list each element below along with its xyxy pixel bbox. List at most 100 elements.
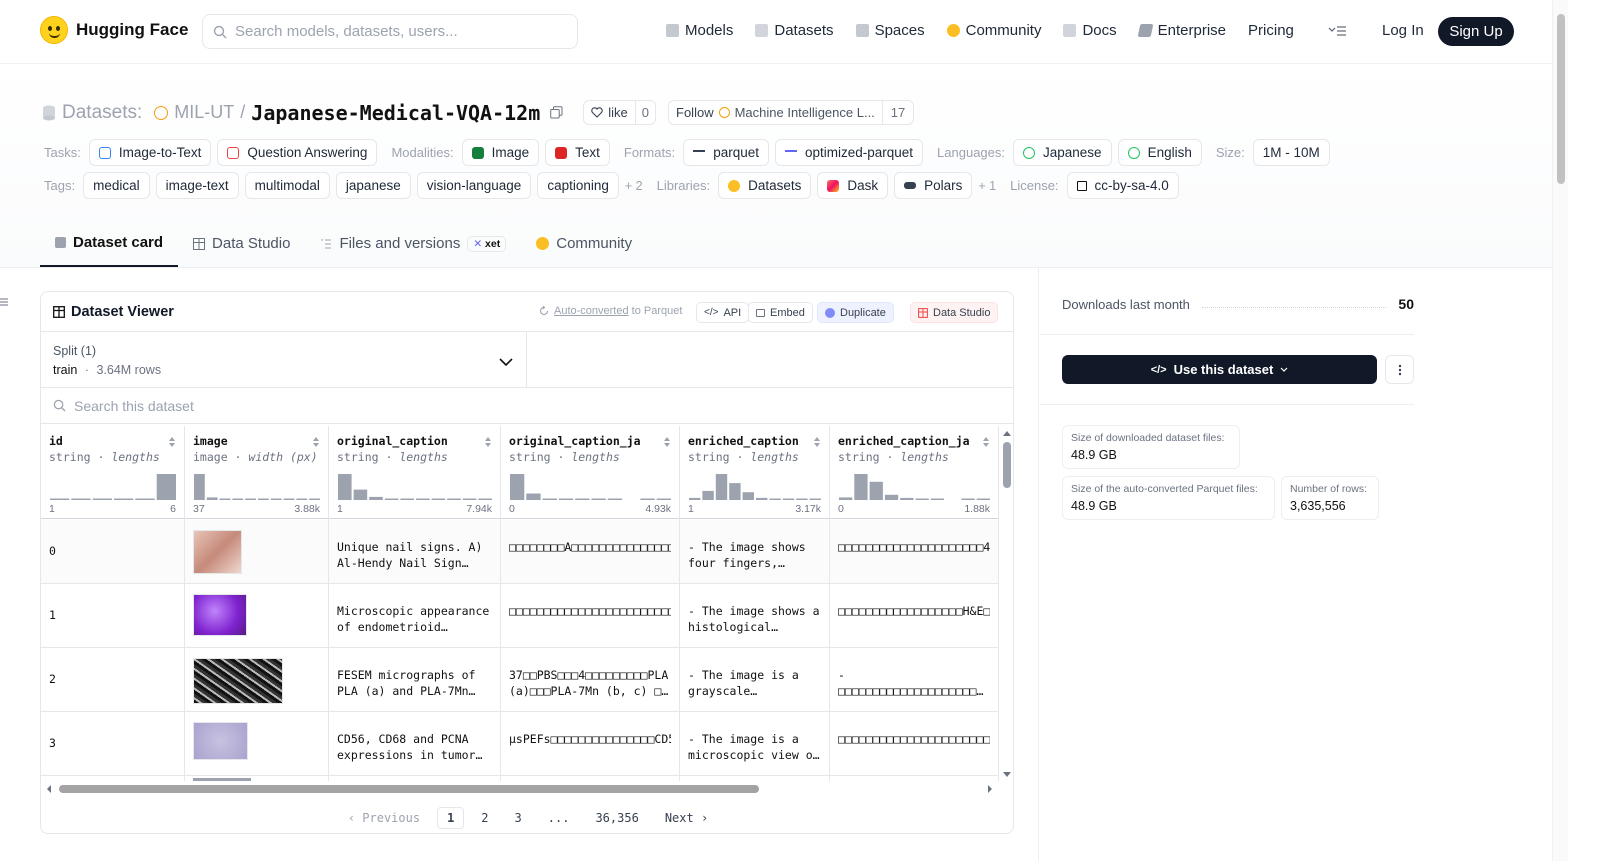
histogram-bar[interactable] <box>976 498 990 501</box>
license-tag[interactable]: cc-by-sa-4.0 <box>1066 172 1179 199</box>
histogram-bar[interactable] <box>283 498 295 501</box>
table-cell[interactable]: - The image is a microscopic view o… <box>680 712 829 776</box>
table-cell[interactable] <box>185 584 328 648</box>
table-cell[interactable]: Unique nail signs. A) Al-Hendy Nail Sign… <box>329 520 500 584</box>
nav-datasets[interactable]: Datasets <box>755 22 834 39</box>
like-button[interactable]: like 0 <box>583 100 657 125</box>
table-cell[interactable] <box>185 520 328 584</box>
sem-micrograph-thumbnail[interactable] <box>193 658 283 704</box>
histogram-bar[interactable] <box>400 498 414 501</box>
histogram-bar[interactable] <box>542 498 557 501</box>
modality-tag-text[interactable]: Text <box>545 139 610 166</box>
column-header[interactable]: original_caption string · lengths 1 7.94k <box>329 426 500 519</box>
histogram-bar[interactable] <box>689 497 701 500</box>
sort-icon[interactable] <box>813 436 821 448</box>
scroll-left-arrow-icon[interactable] <box>44 782 54 796</box>
histology-thumbnail[interactable] <box>193 594 247 636</box>
column-histogram[interactable] <box>509 472 672 501</box>
tag-japanese[interactable]: japanese <box>335 172 411 199</box>
histogram-bar[interactable] <box>702 490 714 500</box>
histogram-bar[interactable] <box>369 496 383 500</box>
column-histogram[interactable] <box>49 472 177 501</box>
table-cell[interactable]: µsPEFs□□□□□□□□□□□□□□□CD56□CD68□□□PCNA□□□… <box>501 712 679 776</box>
table-cell[interactable]: FESEM micrographs of PLA (a) and PLA-7Mn… <box>329 648 500 712</box>
tag-vision-language[interactable]: vision-language <box>416 172 532 199</box>
tags-more[interactable]: + 2 <box>625 179 643 193</box>
histogram-bar[interactable] <box>194 474 205 500</box>
menu-icon[interactable] <box>1328 24 1348 38</box>
sort-icon[interactable] <box>663 436 671 448</box>
table-cell[interactable]: □□□□□□□□□□□□□□□□□□□□□□□□□□□□□□□□□□□□□□□□… <box>830 712 998 776</box>
histogram-bar[interactable] <box>270 498 282 501</box>
histogram-bar[interactable] <box>232 498 244 501</box>
column-header[interactable]: original_caption_ja string · lengths 0 4.93… <box>501 426 679 519</box>
histogram-bar[interactable] <box>219 498 231 501</box>
sort-icon[interactable] <box>982 436 990 448</box>
histogram-bar[interactable] <box>884 494 899 500</box>
table-cell[interactable]: - □□□□□□□□□□□□□□□□□□□□□□□□□□□□□□□□□□□□ -… <box>830 648 998 712</box>
library-tag-datasets[interactable]: Datasets <box>718 172 812 199</box>
sort-icon[interactable] <box>484 436 492 448</box>
nav-pricing[interactable]: Pricing <box>1248 22 1294 39</box>
histogram-bar[interactable] <box>92 498 112 501</box>
dataset-search-input[interactable] <box>74 397 674 414</box>
page-scrollbar[interactable] <box>1552 0 1568 861</box>
modality-tag-image[interactable]: Image <box>461 139 540 166</box>
login-link[interactable]: Log In <box>1382 22 1424 39</box>
scroll-down-arrow-icon[interactable] <box>999 770 1014 780</box>
more-options-button[interactable] <box>1385 355 1414 384</box>
table-cell[interactable]: □□□□□□□□□□□□□□□□□□□□□4□□□□□□□□□□□□□□□□□□… <box>830 520 998 584</box>
tab-data-studio[interactable]: Data Studio <box>178 220 305 267</box>
library-tag-polars[interactable]: Polars <box>894 172 973 199</box>
histogram-bar[interactable] <box>478 498 492 501</box>
table-cell[interactable]: 2 <box>41 648 184 712</box>
tab-dataset-card[interactable]: Dataset card <box>40 220 179 267</box>
use-this-dataset-button[interactable]: </> Use this dataset <box>1062 355 1377 384</box>
histogram-bar[interactable] <box>431 498 446 501</box>
histogram-bar[interactable] <box>309 498 320 501</box>
nav-models[interactable]: Models <box>666 22 733 39</box>
signup-button[interactable]: Sign Up <box>1438 17 1514 46</box>
task-tag-question-answering[interactable]: Question Answering <box>217 139 378 166</box>
tissue-stain-thumbnail[interactable] <box>193 722 248 760</box>
histogram-bar[interactable] <box>206 497 218 500</box>
histogram-bar[interactable] <box>640 498 655 501</box>
histogram-bar[interactable] <box>796 498 808 501</box>
toc-toggle-icon[interactable] <box>0 297 8 307</box>
histogram-bar[interactable] <box>656 498 671 501</box>
table-cell[interactable]: - The image shows four fingers,… <box>680 520 829 584</box>
table-cell[interactable]: □□□□□□□□A□□□□□□□□□□□□□□□□□□□□□□□5□□□□□□□… <box>501 520 679 584</box>
histogram-bar[interactable] <box>135 498 155 501</box>
tag-multimodal[interactable]: multimodal <box>244 172 330 199</box>
size-tag[interactable]: 1M - 10M <box>1252 139 1330 166</box>
pagination-next[interactable]: Next › <box>656 808 717 828</box>
format-tag-parquet[interactable]: parquet <box>683 139 769 166</box>
column-histogram[interactable] <box>838 472 991 501</box>
histogram-bar[interactable] <box>591 498 606 501</box>
histogram-bar[interactable] <box>930 498 945 501</box>
histogram-bar[interactable] <box>510 474 525 500</box>
data-studio-button[interactable]: Data Studio <box>910 302 999 323</box>
histogram-bar[interactable] <box>607 498 623 501</box>
tag-image-text[interactable]: image-text <box>155 172 239 199</box>
histogram-bar[interactable] <box>447 498 461 501</box>
org-link[interactable]: MIL-UT <box>174 102 234 123</box>
histogram-bar[interactable] <box>338 474 352 500</box>
column-histogram[interactable] <box>337 472 493 501</box>
scroll-right-arrow-icon[interactable] <box>985 782 995 796</box>
libraries-more[interactable]: + 1 <box>978 179 996 193</box>
histogram-bar[interactable] <box>869 481 883 500</box>
histogram-bar[interactable] <box>353 489 368 500</box>
table-vertical-scrollbar[interactable] <box>999 426 1014 781</box>
language-tag-japanese[interactable]: Japanese <box>1013 139 1112 166</box>
table-cell[interactable]: 3 <box>41 712 184 776</box>
page-3[interactable]: 3 <box>506 808 531 828</box>
page-1[interactable]: 1 <box>437 806 465 829</box>
histogram-bar[interactable] <box>156 474 176 500</box>
histogram-bar[interactable] <box>839 497 853 500</box>
histogram-bar[interactable] <box>416 498 430 501</box>
page-scrollbar-thumb[interactable] <box>1557 14 1565 184</box>
dataset-search[interactable] <box>41 388 1013 424</box>
global-search[interactable] <box>202 14 578 49</box>
histogram-bar[interactable] <box>715 474 728 500</box>
